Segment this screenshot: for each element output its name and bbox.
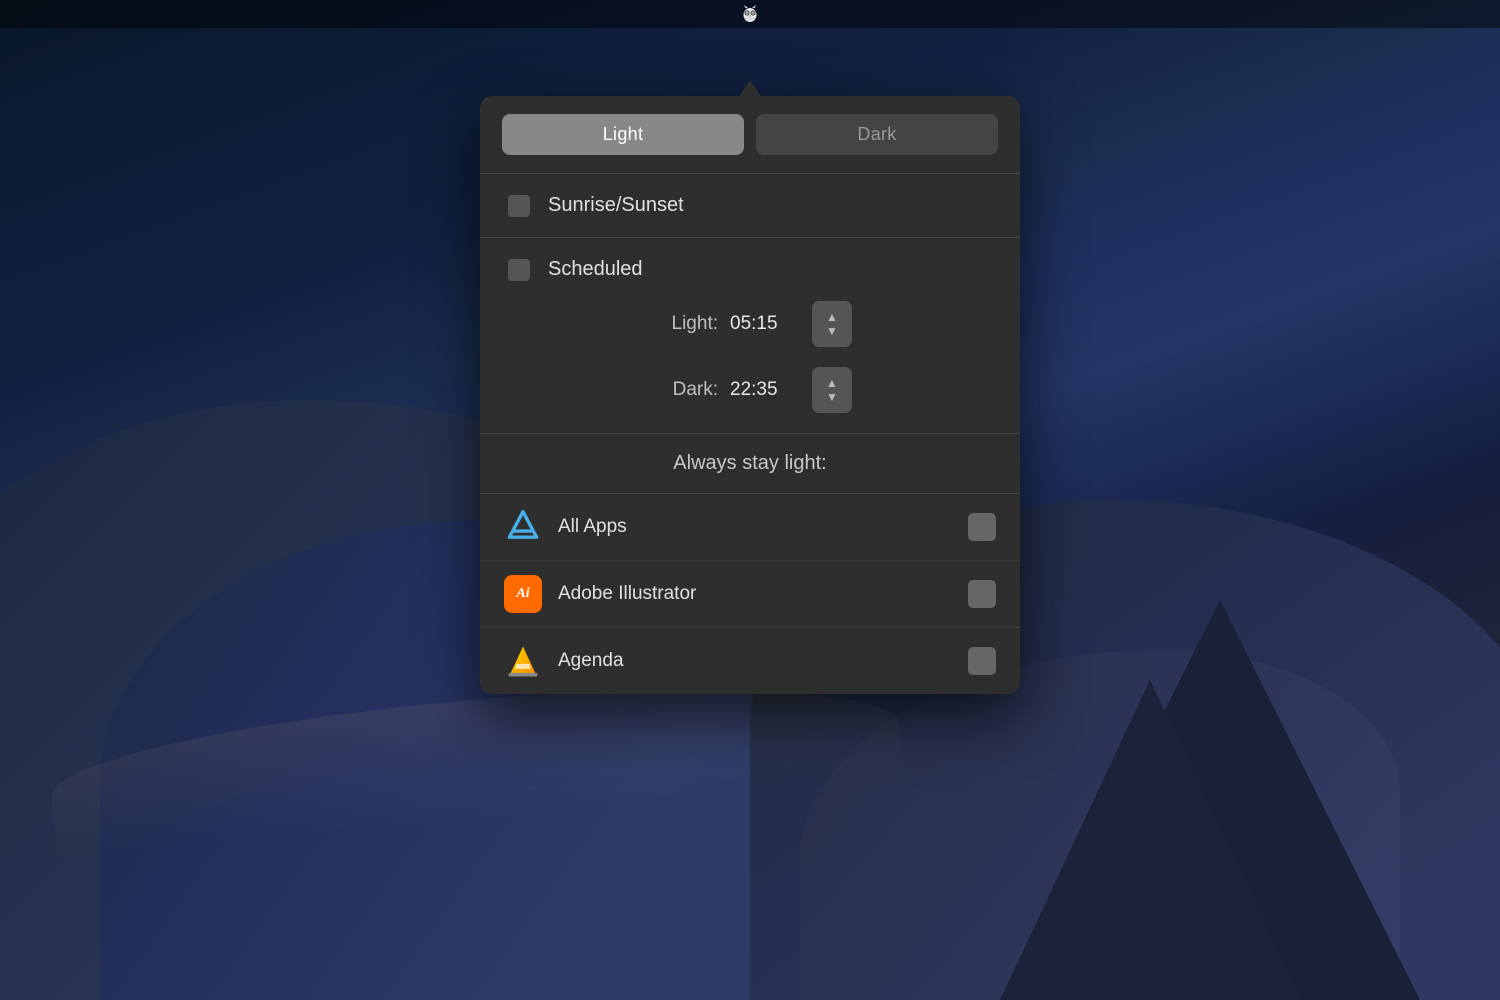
popup-arrow — [738, 80, 762, 98]
dark-time-stepper[interactable]: ▲ ▼ — [812, 367, 852, 413]
mode-toggle-section: Light Dark — [480, 96, 1020, 174]
always-stay-light-section: Always stay light: — [480, 434, 1020, 494]
light-time-label: Light: — [648, 313, 718, 335]
apps-section: All Apps Ai Adobe Illustrator — [480, 494, 1020, 694]
scheduled-checkbox[interactable] — [508, 259, 530, 281]
light-time-value: 05:15 — [730, 313, 800, 335]
light-mode-button[interactable]: Light — [502, 114, 744, 155]
sunrise-sunset-checkbox[interactable] — [508, 195, 530, 217]
menu-bar — [0, 0, 1500, 28]
adobe-illustrator-icon: Ai — [504, 575, 542, 613]
dark-mode-button[interactable]: Dark — [756, 114, 998, 155]
scheduled-label: Scheduled — [548, 258, 643, 281]
dark-time-up-arrow: ▲ — [826, 377, 838, 389]
dark-time-row: Dark: 22:35 ▲ ▼ — [480, 357, 1020, 423]
all-apps-name: All Apps — [558, 516, 952, 538]
adobe-illustrator-checkbox[interactable] — [968, 580, 996, 608]
light-time-row: Light: 05:15 ▲ ▼ — [480, 291, 1020, 357]
sunrise-sunset-row: Sunrise/Sunset — [480, 174, 1020, 238]
light-time-down-arrow: ▼ — [826, 325, 838, 337]
agenda-icon — [504, 642, 542, 680]
dark-time-down-arrow: ▼ — [826, 391, 838, 403]
sunrise-sunset-label: Sunrise/Sunset — [548, 194, 684, 217]
adobe-illustrator-name: Adobe Illustrator — [558, 583, 952, 605]
light-time-up-arrow: ▲ — [826, 311, 838, 323]
all-apps-row: All Apps — [480, 494, 1020, 561]
agenda-name: Agenda — [558, 650, 952, 672]
scheduled-section: Scheduled Light: 05:15 ▲ ▼ Dark: 22:35 ▲… — [480, 238, 1020, 434]
dark-time-value: 22:35 — [730, 379, 800, 401]
agenda-row: Agenda — [480, 628, 1020, 694]
main-popup: Light Dark Sunrise/Sunset Scheduled Ligh… — [480, 96, 1020, 694]
all-apps-icon — [504, 508, 542, 546]
scheduled-header: Scheduled — [480, 238, 1020, 291]
menubar-owl-icon[interactable] — [739, 3, 761, 25]
agenda-checkbox[interactable] — [968, 647, 996, 675]
light-time-stepper[interactable]: ▲ ▼ — [812, 301, 852, 347]
mountain-right-2 — [1000, 680, 1300, 1000]
always-stay-light-label: Always stay light: — [673, 452, 826, 474]
dark-time-label: Dark: — [648, 379, 718, 401]
adobe-illustrator-row: Ai Adobe Illustrator — [480, 561, 1020, 628]
all-apps-checkbox[interactable] — [968, 513, 996, 541]
